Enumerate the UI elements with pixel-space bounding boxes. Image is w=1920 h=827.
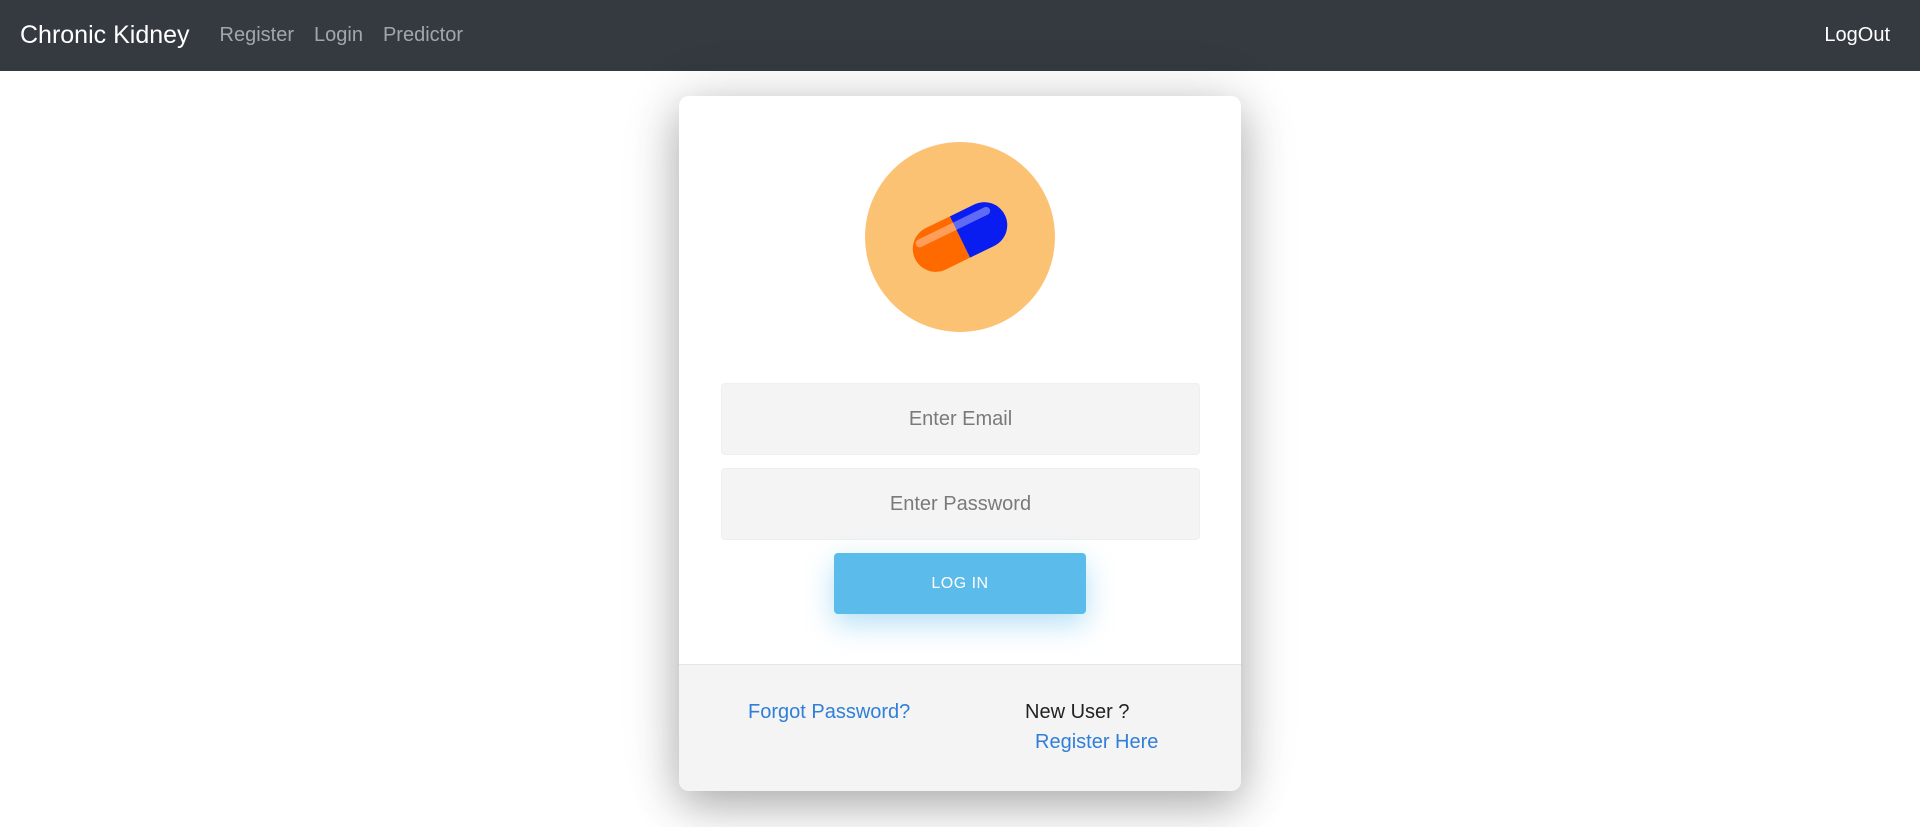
login-card: LOG IN Forgot Password? New User ? Regis… <box>679 96 1241 791</box>
nav-predictor-link[interactable]: Predictor <box>383 24 463 47</box>
login-button[interactable]: LOG IN <box>834 553 1086 614</box>
top-navbar: Chronic Kidney Register Login Predictor … <box>0 0 1920 71</box>
logout-link[interactable]: LogOut <box>1824 24 1890 47</box>
forgot-password-link[interactable]: Forgot Password? <box>748 701 910 724</box>
card-footer: Forgot Password? New User ? Register Her… <box>679 664 1241 791</box>
password-input[interactable] <box>721 468 1200 540</box>
email-input[interactable] <box>721 383 1200 455</box>
new-user-label: New User ? <box>1025 701 1130 723</box>
capsule-pill-icon <box>912 202 1008 272</box>
nav-login-link[interactable]: Login <box>314 24 363 47</box>
nav-register-link[interactable]: Register <box>220 24 294 47</box>
logo-avatar <box>865 142 1055 332</box>
brand-link[interactable]: Chronic Kidney <box>20 21 190 50</box>
register-here-link[interactable]: Register Here <box>1035 731 1158 754</box>
